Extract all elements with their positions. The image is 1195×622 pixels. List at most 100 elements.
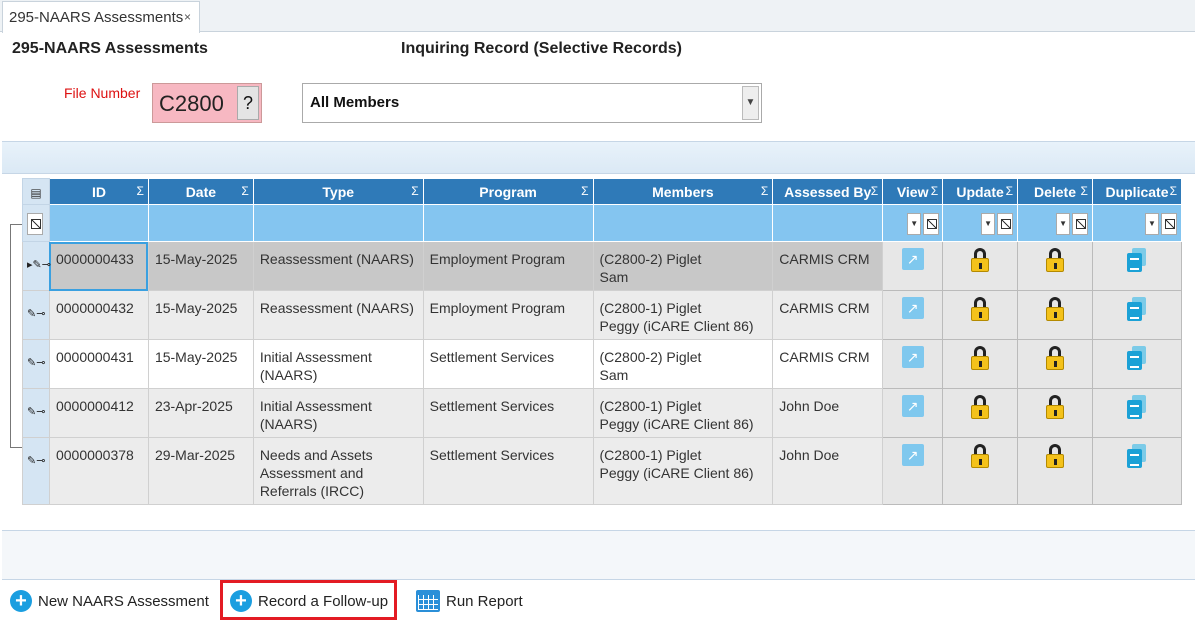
sigma-icon[interactable]: Σ bbox=[1170, 184, 1177, 198]
duplicate-icon[interactable] bbox=[1126, 248, 1147, 272]
col-view[interactable]: View Σ bbox=[882, 178, 944, 205]
col-program[interactable]: Program Σ bbox=[422, 178, 594, 205]
cell-view[interactable]: ↗ bbox=[882, 437, 944, 505]
cell-duplicate[interactable] bbox=[1091, 290, 1183, 340]
sigma-icon[interactable]: Σ bbox=[411, 184, 418, 198]
cell-members[interactable]: (C2800-1) Piglet Peggy (iCARE Client 86) bbox=[592, 388, 774, 438]
filter-assessed-by[interactable] bbox=[772, 204, 884, 242]
cell-assessed-by[interactable]: CARMIS CRM bbox=[772, 339, 884, 389]
cell-program[interactable]: Employment Program bbox=[422, 290, 594, 340]
filter-type[interactable] bbox=[252, 204, 424, 242]
cell-update[interactable] bbox=[942, 437, 1019, 505]
cell-type[interactable]: Reassessment (NAARS) bbox=[252, 241, 424, 291]
col-members[interactable]: Members Σ bbox=[592, 178, 774, 205]
lock-icon[interactable] bbox=[1046, 248, 1064, 272]
cell-type[interactable]: Reassessment (NAARS) bbox=[252, 290, 424, 340]
lock-icon[interactable] bbox=[971, 346, 990, 370]
col-id[interactable]: ID Σ bbox=[48, 178, 149, 205]
cell-assessed-by[interactable]: CARMIS CRM bbox=[772, 290, 884, 340]
cell-assessed-by[interactable]: John Doe bbox=[772, 388, 884, 438]
edit-pencil-icon[interactable]: ✎⊸ bbox=[27, 354, 45, 372]
row-header[interactable]: ✎⊸ bbox=[22, 290, 50, 340]
cell-view[interactable]: ↗ bbox=[882, 388, 944, 438]
tab-naars-assessments[interactable]: 295-NAARS Assessments × bbox=[2, 1, 200, 33]
cell-id[interactable]: 0000000433 bbox=[48, 241, 149, 291]
cell-view[interactable]: ↗ bbox=[882, 241, 944, 291]
sigma-icon[interactable]: Σ bbox=[137, 184, 144, 198]
cell-id[interactable]: 0000000431 bbox=[48, 339, 149, 389]
open-external-icon[interactable]: ↗ bbox=[901, 248, 924, 270]
cell-date[interactable]: 15-May-2025 bbox=[147, 339, 254, 389]
cell-update[interactable] bbox=[942, 388, 1019, 438]
cell-duplicate[interactable] bbox=[1091, 437, 1183, 505]
filter-edit-icon[interactable] bbox=[923, 213, 940, 235]
duplicate-icon[interactable] bbox=[1126, 297, 1147, 321]
open-external-icon[interactable]: ↗ bbox=[901, 395, 924, 417]
edit-pencil-icon[interactable]: ✎⊸ bbox=[27, 452, 45, 470]
cell-assessed-by[interactable]: CARMIS CRM bbox=[772, 241, 884, 291]
close-icon[interactable]: × bbox=[184, 10, 191, 24]
sigma-icon[interactable]: Σ bbox=[1006, 184, 1013, 198]
new-assessment-button[interactable]: + New NAARS Assessment bbox=[10, 589, 209, 613]
edit-pencil-icon[interactable]: ✎⊸ bbox=[27, 305, 45, 323]
col-delete[interactable]: Delete Σ bbox=[1017, 178, 1093, 205]
filter-members[interactable] bbox=[592, 204, 774, 242]
file-number-field[interactable]: C2800 ? bbox=[152, 83, 262, 123]
cell-duplicate[interactable] bbox=[1091, 388, 1183, 438]
sigma-icon[interactable]: Σ bbox=[241, 184, 248, 198]
edit-pencil-icon[interactable]: ✎⊸ bbox=[27, 403, 45, 421]
cell-view[interactable]: ↗ bbox=[882, 290, 944, 340]
open-external-icon[interactable]: ↗ bbox=[901, 346, 924, 368]
table-row[interactable]: ✎⊸ 0000000432 15-May-2025 Reassessment (NAA… bbox=[22, 290, 1183, 340]
cell-update[interactable] bbox=[942, 290, 1019, 340]
filter-edit-icon[interactable] bbox=[1072, 213, 1089, 235]
filter-update[interactable]: ▼ bbox=[942, 204, 1019, 242]
column-chooser-icon[interactable]: ▤ bbox=[22, 178, 50, 205]
cell-delete[interactable] bbox=[1017, 339, 1093, 389]
run-report-button[interactable]: Run Report bbox=[416, 589, 523, 613]
lock-icon[interactable] bbox=[1046, 297, 1064, 321]
filter-duplicate[interactable]: ▼ bbox=[1091, 204, 1183, 242]
cell-program[interactable]: Settlement Services bbox=[422, 388, 594, 438]
lock-icon[interactable] bbox=[1046, 395, 1064, 419]
row-header[interactable]: ✎⊸ bbox=[22, 437, 50, 505]
table-row[interactable]: ✎⊸ 0000000412 23-Apr-2025 Initial Assessmen… bbox=[22, 388, 1183, 438]
col-type[interactable]: Type Σ bbox=[252, 178, 424, 205]
cell-delete[interactable] bbox=[1017, 388, 1093, 438]
filter-view[interactable]: ▼ bbox=[882, 204, 944, 242]
cell-id[interactable]: 0000000432 bbox=[48, 290, 149, 340]
lock-icon[interactable] bbox=[971, 297, 990, 321]
duplicate-icon[interactable] bbox=[1126, 444, 1147, 468]
col-date[interactable]: Date Σ bbox=[147, 178, 254, 205]
cell-type[interactable]: Needs and Assets Assessment and Referral… bbox=[252, 437, 424, 505]
table-row[interactable]: ▸✎⊸ 0000000433 15-May-2025 Reassessment (NA… bbox=[22, 241, 1183, 291]
cell-date[interactable]: 23-Apr-2025 bbox=[147, 388, 254, 438]
sigma-icon[interactable]: Σ bbox=[581, 184, 588, 198]
clear-filter-icon[interactable] bbox=[27, 213, 43, 235]
cell-assessed-by[interactable]: John Doe bbox=[772, 437, 884, 505]
sigma-icon[interactable]: Σ bbox=[871, 184, 878, 198]
file-number-value[interactable]: C2800 bbox=[159, 91, 224, 117]
cell-date[interactable]: 15-May-2025 bbox=[147, 290, 254, 340]
duplicate-icon[interactable] bbox=[1126, 346, 1147, 370]
cell-id[interactable]: 0000000378 bbox=[48, 437, 149, 505]
cell-duplicate[interactable] bbox=[1091, 241, 1183, 291]
chevron-down-icon[interactable]: ▼ bbox=[742, 86, 759, 120]
cell-delete[interactable] bbox=[1017, 437, 1093, 505]
col-update[interactable]: Update Σ bbox=[942, 178, 1019, 205]
cell-id[interactable]: 0000000412 bbox=[48, 388, 149, 438]
cell-members[interactable]: (C2800-1) Piglet Peggy (iCARE Client 86) bbox=[592, 437, 774, 505]
cell-update[interactable] bbox=[942, 339, 1019, 389]
cell-program[interactable]: Employment Program bbox=[422, 241, 594, 291]
cell-members[interactable]: (C2800-2) Piglet Sam bbox=[592, 339, 774, 389]
sigma-icon[interactable]: Σ bbox=[931, 184, 938, 198]
filter-edit-icon[interactable] bbox=[1160, 213, 1177, 235]
open-external-icon[interactable]: ↗ bbox=[901, 297, 924, 319]
sigma-icon[interactable]: Σ bbox=[761, 184, 768, 198]
cell-duplicate[interactable] bbox=[1091, 339, 1183, 389]
filter-id[interactable] bbox=[48, 204, 149, 242]
duplicate-icon[interactable] bbox=[1126, 395, 1147, 419]
col-duplicate[interactable]: Duplicate Σ bbox=[1091, 178, 1183, 205]
row-header[interactable]: ✎⊸ bbox=[22, 339, 50, 389]
edit-pencil-icon[interactable]: ▸✎⊸ bbox=[27, 256, 51, 274]
